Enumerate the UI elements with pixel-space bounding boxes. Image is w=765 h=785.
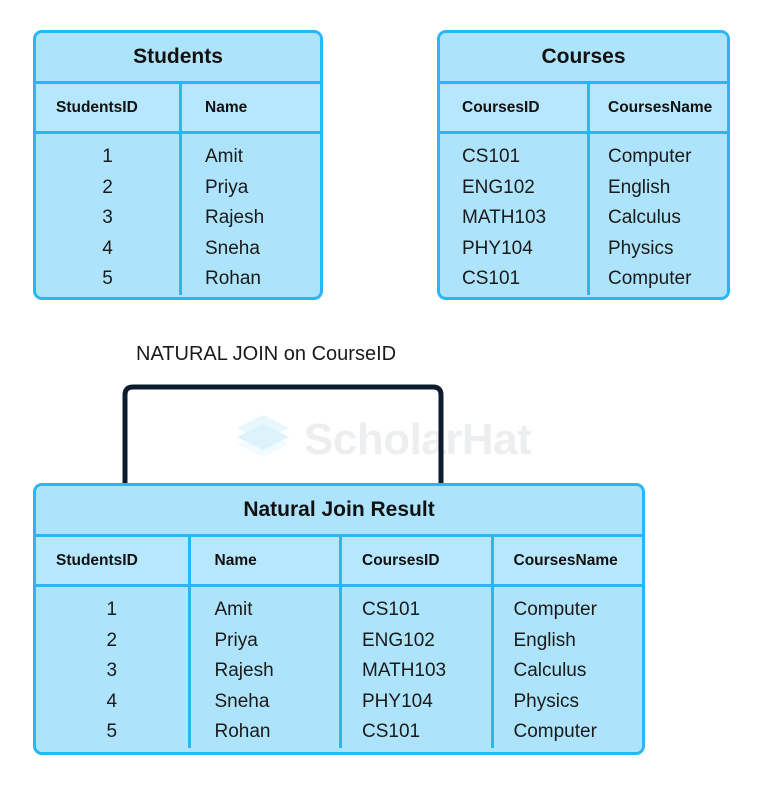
table-cell: Physics [513, 690, 579, 712]
table-cell: Rohan [205, 268, 261, 289]
table-cell: English [608, 176, 671, 198]
table-cell: ENG102 [462, 176, 535, 198]
table-cell: English [513, 629, 576, 651]
table-cell: Priya [205, 176, 249, 198]
table-cell: PHY104 [462, 237, 533, 259]
table-cell: 1 [102, 146, 113, 167]
column-header-courses-name: CoursesName [587, 84, 727, 131]
column-header-students-id: StudentsID [56, 98, 138, 116]
column-header-courses-id: CoursesID [462, 98, 540, 116]
table-cell: 2 [102, 176, 113, 198]
table-cell: 5 [106, 721, 118, 742]
table-cell: 4 [102, 237, 113, 259]
table-cell: Calculus [608, 207, 681, 228]
column-header-name: Name [179, 84, 320, 131]
students-table-header-row: StudentsID Name [36, 81, 320, 134]
result-name-column: Amit Priya Rajesh Sneha Rohan [187, 587, 340, 748]
students-table-title: Students [36, 33, 320, 81]
table-cell: Rohan [214, 721, 271, 742]
students-table-body: 1 2 3 4 5 Amit Priya Rajesh Sneha Rohan [36, 134, 320, 295]
table-cell: Sneha [214, 690, 270, 712]
table-cell: CS101 [462, 146, 521, 167]
table-cell: 2 [106, 629, 118, 651]
table-cell: 1 [106, 599, 118, 620]
join-bracket-connector [122, 384, 444, 486]
table-cell: Amit [214, 599, 253, 620]
students-table: Students StudentsID Name 1 2 3 4 5 Amit … [33, 30, 323, 300]
result-table-body: 1 2 3 4 5 Amit Priya Rajesh Sneha Rohan … [36, 587, 642, 748]
column-header-courses-id: CoursesID [339, 537, 491, 584]
table-cell: Computer [513, 721, 597, 742]
table-cell: PHY104 [362, 690, 433, 712]
table-cell: Rajesh [205, 207, 265, 228]
table-cell: Amit [205, 146, 243, 167]
column-header-students-id: StudentsID [56, 551, 138, 569]
table-cell: Priya [214, 629, 258, 651]
table-cell: Rajesh [214, 660, 274, 681]
column-header-courses-name: CoursesName [490, 537, 643, 584]
result-courses-name-column: Computer English Calculus Physics Comput… [490, 587, 643, 748]
table-cell: CS101 [362, 721, 421, 742]
table-cell: Computer [513, 599, 597, 620]
table-cell: 3 [102, 207, 113, 228]
result-table-header-row: StudentsID Name CoursesID CoursesName [36, 534, 642, 587]
table-cell: ENG102 [362, 629, 435, 651]
courses-table-header-row: CoursesID CoursesName [440, 81, 727, 134]
table-cell: CS101 [462, 268, 521, 289]
table-cell: MATH103 [362, 660, 447, 681]
table-cell: CS101 [362, 599, 421, 620]
result-courses-id-column: CS101 ENG102 MATH103 PHY104 CS101 [339, 587, 491, 748]
courses-name-column: Computer English Calculus Physics Comput… [587, 134, 727, 295]
table-cell: Computer [608, 146, 692, 167]
natural-join-result-table: Natural Join Result StudentsID Name Cour… [33, 483, 645, 755]
join-operation-label: NATURAL JOIN on CourseID [136, 343, 397, 365]
table-cell: MATH103 [462, 207, 547, 228]
column-header-name: Name [187, 537, 340, 584]
students-id-column: 1 2 3 4 5 [36, 134, 179, 295]
courses-id-column: CS101 ENG102 MATH103 PHY104 CS101 [440, 134, 587, 295]
table-cell: 3 [106, 660, 118, 681]
table-cell: Physics [608, 237, 674, 259]
result-students-id-column: 1 2 3 4 5 [36, 587, 188, 748]
table-cell: 4 [106, 690, 118, 712]
courses-table-title: Courses [440, 33, 727, 81]
courses-table: Courses CoursesID CoursesName CS101 ENG1… [437, 30, 730, 300]
students-name-column: Amit Priya Rajesh Sneha Rohan [179, 134, 320, 295]
table-cell: Computer [608, 268, 692, 289]
courses-table-body: CS101 ENG102 MATH103 PHY104 CS101 Comput… [440, 134, 727, 295]
result-table-title: Natural Join Result [36, 486, 642, 534]
table-cell: Calculus [513, 660, 587, 681]
table-cell: Sneha [205, 237, 260, 259]
table-cell: 5 [102, 268, 113, 289]
